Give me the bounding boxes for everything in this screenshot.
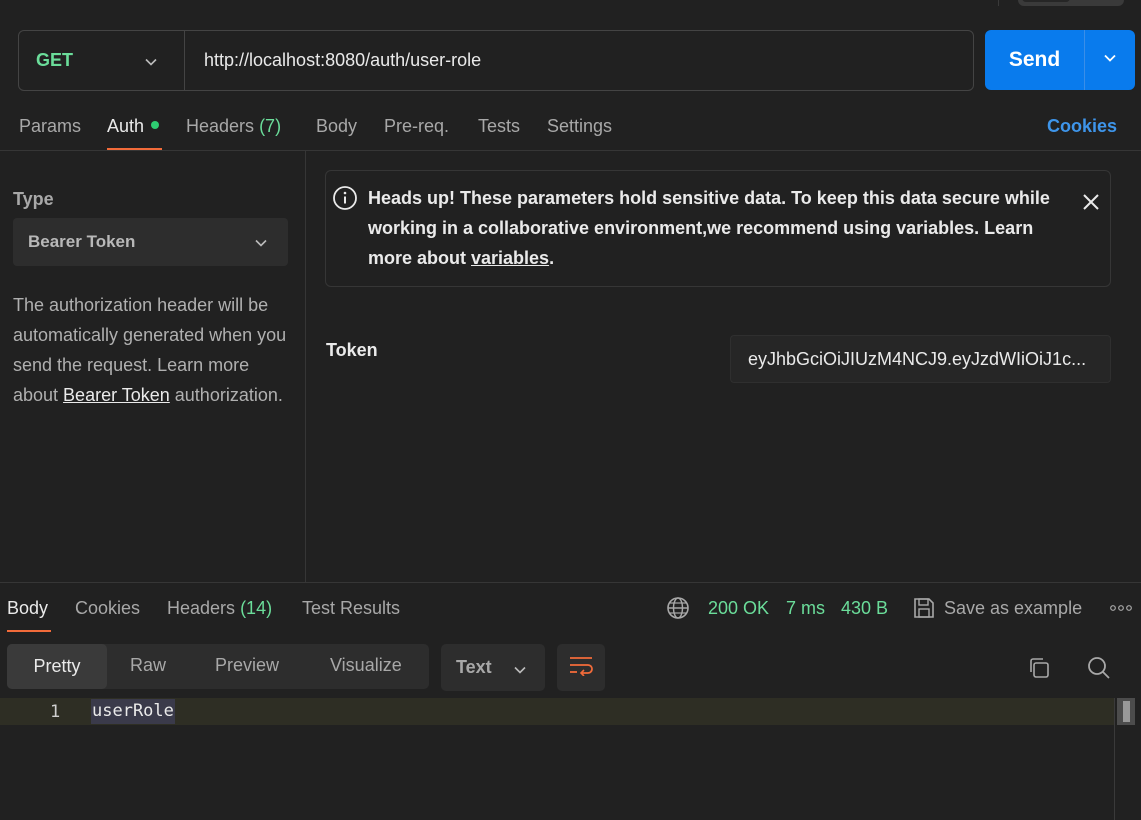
send-button[interactable]: Send <box>985 30 1085 90</box>
auth-status-dot <box>151 121 160 129</box>
send-options-button[interactable] <box>1085 30 1135 90</box>
method-label: GET <box>36 50 74 70</box>
line-number: 1 <box>50 702 61 722</box>
response-size[interactable]: 430 B <box>841 598 888 619</box>
response-tabs: Body Cookies Headers (14) Test Results 2… <box>0 583 1141 633</box>
tab-test-results[interactable]: Test Results <box>302 598 400 619</box>
globe-icon[interactable] <box>666 596 690 625</box>
tab-settings[interactable]: Settings <box>547 116 612 137</box>
tab-params[interactable]: Params <box>19 116 81 137</box>
wrap-lines-button[interactable] <box>557 644 605 691</box>
sensitive-data-alert: Heads up! These parameters hold sensitiv… <box>325 170 1111 287</box>
chevron-down-icon <box>144 53 158 74</box>
tab-response-body[interactable]: Body <box>7 598 48 619</box>
active-tab-indicator <box>7 630 51 632</box>
cookies-link[interactable]: Cookies <box>1047 116 1117 137</box>
editor-scroll-track <box>1114 698 1115 820</box>
tab-response-headers[interactable]: Headers (14) <box>167 598 272 619</box>
tab-body[interactable]: Body <box>316 116 357 137</box>
search-icon[interactable] <box>1086 655 1112 686</box>
environment-selector[interactable] <box>1018 0 1124 6</box>
tab-headers-label: Headers <box>186 116 255 136</box>
chevron-down-icon <box>513 661 527 682</box>
token-value: eyJhbGciOiJIUzM4NCJ9.eyJzdWIiOiJ1c... <box>748 348 1087 369</box>
headers-count: (7) <box>259 116 282 136</box>
auth-type-label: Type <box>13 189 54 209</box>
response-headers-count: (14) <box>240 598 273 618</box>
tab-visualize[interactable]: Visualize <box>330 655 402 676</box>
token-label: Token <box>326 340 378 360</box>
editor-scrollbar[interactable] <box>1117 698 1135 725</box>
auth-type-panel: Type Bearer Token The authorization head… <box>0 151 306 582</box>
tab-preview[interactable]: Preview <box>215 655 279 676</box>
save-icon[interactable] <box>912 596 936 625</box>
auth-type-select[interactable]: Bearer Token <box>13 218 288 266</box>
status-code[interactable]: 200 OK <box>708 598 769 619</box>
close-icon[interactable] <box>1080 191 1102 218</box>
response-body-content[interactable]: userRole <box>91 699 175 724</box>
tab-prereq[interactable]: Pre-req. <box>384 116 449 137</box>
toolbar-divider <box>998 0 999 6</box>
tab-response-cookies[interactable]: Cookies <box>75 598 140 619</box>
url-input[interactable] <box>185 31 973 90</box>
format-value: Text <box>456 657 492 677</box>
alert-message: Heads up! These parameters hold sensitiv… <box>368 183 1058 273</box>
bearer-token-link[interactable]: Bearer Token <box>63 385 170 405</box>
alert-period: . <box>549 248 555 268</box>
more-options-icon[interactable] <box>1110 600 1132 618</box>
auth-type-value: Bearer Token <box>28 232 136 251</box>
top-toolbar-stub <box>0 0 1141 8</box>
tab-response-headers-label: Headers <box>167 598 236 618</box>
tab-headers[interactable]: Headers (7) <box>186 116 281 137</box>
tab-raw[interactable]: Raw <box>130 655 166 676</box>
tab-pretty[interactable]: Pretty <box>7 644 107 689</box>
token-input[interactable]: eyJhbGciOiJIUzM4NCJ9.eyJzdWIiOiJ1c... <box>730 335 1111 383</box>
variables-link[interactable]: variables <box>471 248 549 268</box>
chevron-down-icon <box>1102 50 1118 71</box>
tab-auth-label: Auth <box>107 116 145 136</box>
tab-auth[interactable]: Auth <box>107 116 160 137</box>
auth-description-end: authorization. <box>169 385 283 405</box>
method-select[interactable]: GET <box>19 31 185 90</box>
info-icon <box>332 185 358 216</box>
save-as-example-button[interactable]: Save as example <box>944 598 1082 619</box>
format-select[interactable]: Text <box>441 644 545 691</box>
response-time[interactable]: 7 ms <box>786 598 825 619</box>
copy-icon[interactable] <box>1027 656 1051 685</box>
view-mode-tabs: Pretty Raw Preview Visualize <box>7 644 429 689</box>
wrap-lines-icon <box>568 654 594 681</box>
tab-tests[interactable]: Tests <box>478 116 520 137</box>
request-url-bar: GET <box>18 30 974 91</box>
send-button-group: Send <box>985 30 1135 90</box>
chevron-down-icon <box>254 235 268 255</box>
request-tabs: Params Auth Headers (7) Body Pre-req. Te… <box>0 110 1141 151</box>
auth-description: The authorization header will be automat… <box>13 290 298 410</box>
